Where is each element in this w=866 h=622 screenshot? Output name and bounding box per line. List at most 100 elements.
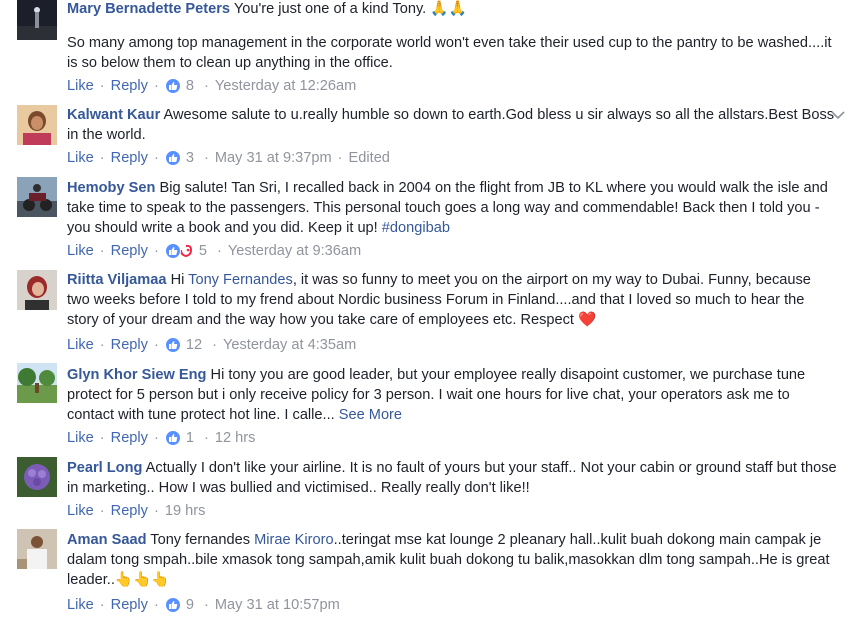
comment-body: Actually I don't like your airline. It i… [67,460,837,496]
reaction-summary[interactable]: 3 [164,148,194,168]
like-link[interactable]: Like [67,595,94,615]
comment-text: Aman Saad Tony fernandes Mirae Kiroro..t… [67,530,837,590]
comment-body-continued: So many among top management in the corp… [67,35,832,71]
like-link[interactable]: Like [67,428,94,448]
comment-author[interactable]: Glyn Khor Siew Eng [67,367,206,383]
separator: · [203,430,209,446]
separator: · [99,150,105,166]
timestamp[interactable]: Yesterday at 12:26am [215,76,356,96]
separator: · [153,597,159,613]
like-reaction-icon [164,337,181,353]
like-link[interactable]: Like [67,76,94,96]
reply-link[interactable]: Reply [111,76,148,96]
comment-actions: Like · Reply · 8 · Yesterday at 12:26am [67,76,356,96]
timestamp[interactable]: Yesterday at 4:35am [223,335,356,355]
comment-author[interactable]: Kalwant Kaur [67,107,160,123]
separator: · [153,430,159,446]
separator: · [153,150,159,166]
comment-body: Awesome salute to u.really humble so dow… [67,107,835,143]
like-reaction-icon [164,150,181,166]
separator: · [337,150,343,166]
avatar[interactable] [17,457,57,497]
separator: · [99,597,105,613]
like-reaction-icon [164,597,181,613]
comment-author[interactable]: Aman Saad [67,532,146,548]
comment-body: You're just one of a kind Tony. [233,1,427,17]
reply-link[interactable]: Reply [111,595,148,615]
red-hair-avatar [17,270,57,310]
night-sky-avatar [17,0,57,40]
reply-link[interactable]: Reply [111,428,148,448]
mention-link[interactable]: Mirae Kiroro [254,532,333,548]
separator: · [153,503,159,519]
comment-actions: Like · Reply · 19 hrs [67,501,205,521]
separator: · [203,597,209,613]
avatar[interactable] [17,529,57,569]
avatar[interactable] [17,0,57,40]
timestamp[interactable]: 19 hrs [165,501,206,521]
separator: · [203,150,209,166]
hashtag-link[interactable]: #dongibab [382,220,450,236]
timestamp[interactable]: May 31 at 10:57pm [215,595,340,615]
reply-link[interactable]: Reply [111,501,148,521]
reaction-summary[interactable]: 5 [164,241,207,261]
reaction-count: 3 [185,150,194,166]
comment-actions: Like · Reply · 1 · 12 hrs [67,428,255,448]
timestamp[interactable]: Yesterday at 9:36am [228,241,361,261]
separator: · [99,243,105,259]
avatar[interactable] [17,105,57,145]
avatar[interactable] [17,363,57,403]
edited-label[interactable]: Edited [349,148,390,168]
separator: · [99,337,105,353]
like-reaction-icon [164,78,181,94]
chevron-down-icon[interactable] [829,106,847,124]
mention-link[interactable]: Tony Fernandes [188,272,293,288]
comment-actions: Like · Reply · 12 · Yesterday at 4:35am [67,335,356,355]
comment-greeting: Hi [170,272,185,288]
comment-text: Pearl Long Actually I don't like your ai… [67,458,837,498]
comment-author[interactable]: Hemoby Sen [67,180,155,196]
avatar[interactable] [17,270,57,310]
see-more-link[interactable]: See More [339,407,402,423]
like-link[interactable]: Like [67,241,94,261]
timestamp[interactable]: May 31 at 9:37pm [215,148,332,168]
comment-author[interactable]: Riitta Viljamaa [67,272,167,288]
pointing-up-emoji: 👆👆👆 [114,571,170,588]
reply-link[interactable]: Reply [111,335,148,355]
motorbike-avatar [17,177,57,217]
comment-greeting: Tony fernandes [150,532,251,548]
reaction-count: 1 [185,430,194,446]
comment-text: Mary Bernadette Peters You're just one o… [67,0,837,19]
reaction-summary[interactable]: 9 [164,595,194,615]
reply-link[interactable]: Reply [111,148,148,168]
separator: · [216,243,222,259]
comment-author[interactable]: Mary Bernadette Peters [67,1,230,17]
reaction-count: 12 [185,337,203,353]
comment-text: Glyn Khor Siew Eng Hi tony you are good … [67,365,837,425]
separator: · [203,78,209,94]
like-link[interactable]: Like [67,148,94,168]
reply-link[interactable]: Reply [111,241,148,261]
reaction-summary[interactable]: 1 [164,428,194,448]
praying-hands-emoji: 🙏🙏 [430,0,467,17]
comment-author[interactable]: Pearl Long [67,460,142,476]
separator: · [99,503,105,519]
woman-portrait-avatar [17,105,57,145]
separator: · [153,243,159,259]
man-white-shirt-avatar [17,529,57,569]
comment-text: Riitta Viljamaa Hi Tony Fernandes, it wa… [67,270,837,330]
avatar[interactable] [17,177,57,217]
park-avatar [17,363,57,403]
separator: · [153,78,159,94]
reaction-summary[interactable]: 12 [164,335,203,355]
reaction-summary[interactable]: 8 [164,76,194,96]
timestamp[interactable]: 12 hrs [215,428,256,448]
separator: · [212,337,217,353]
like-link[interactable]: Like [67,335,94,355]
like-link[interactable]: Like [67,501,94,521]
like-reaction-icon [164,243,181,259]
comment-actions: Like · Reply · 9 · May 31 at 10:57pm [67,595,340,615]
reaction-count: 5 [198,243,207,259]
purple-flower-avatar [17,457,57,497]
separator: · [153,337,159,353]
